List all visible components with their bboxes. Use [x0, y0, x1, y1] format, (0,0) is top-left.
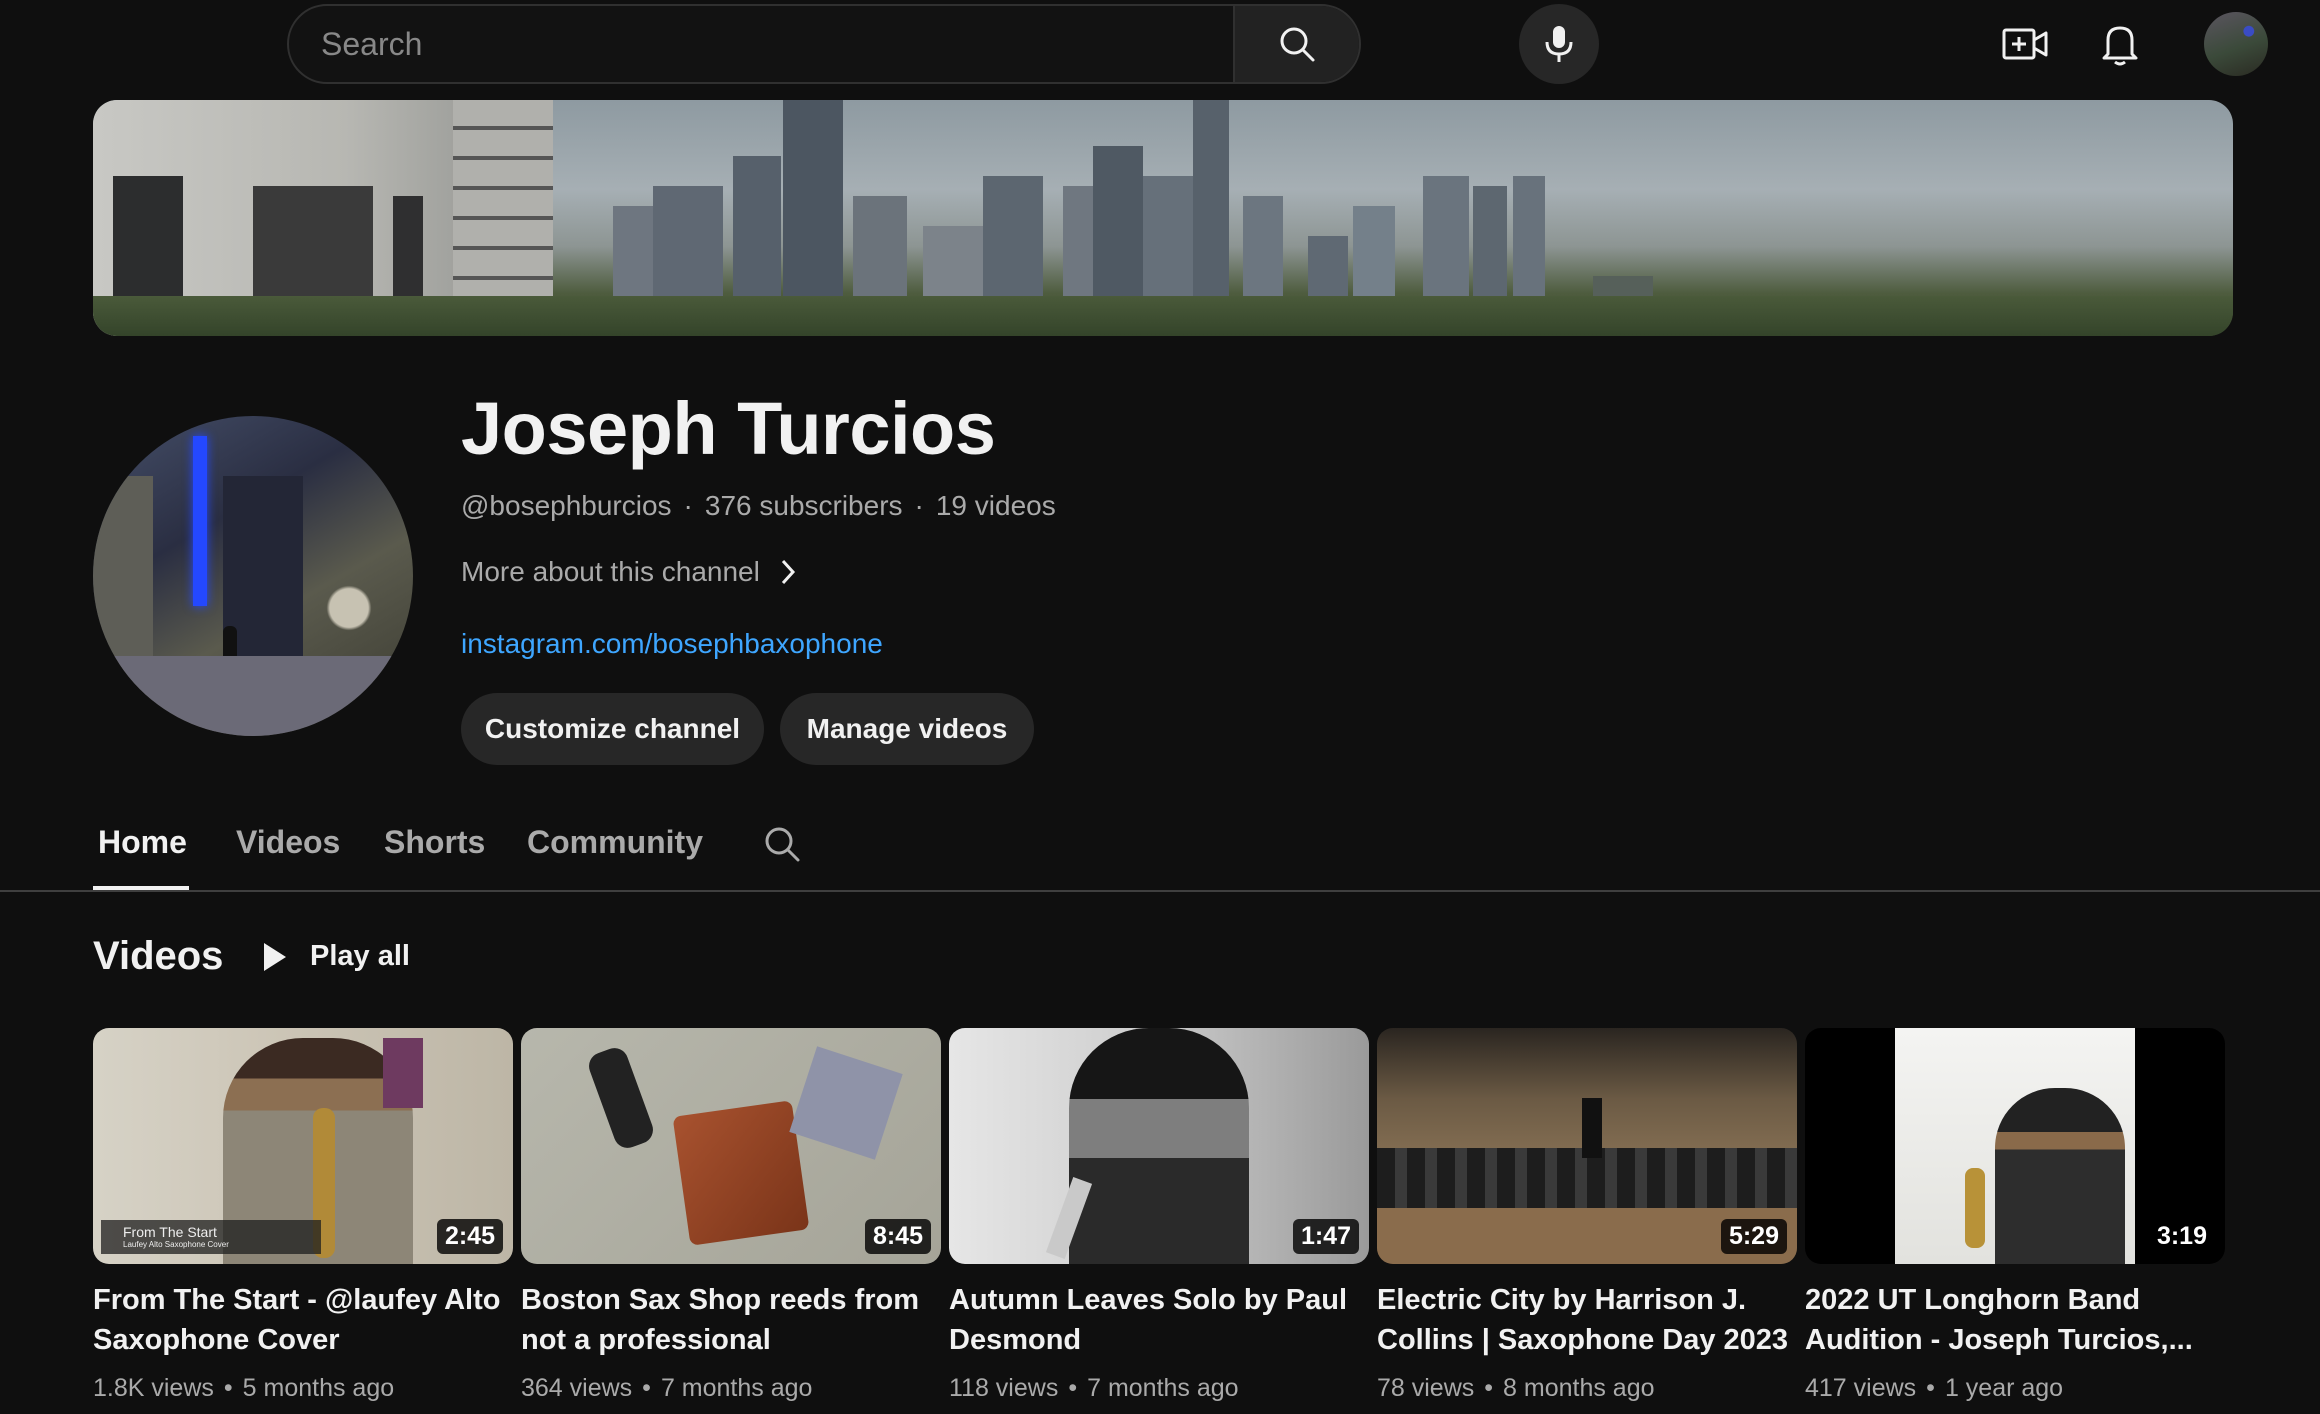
channel-name: Joseph Turcios — [461, 387, 996, 470]
tab-home[interactable]: Home — [98, 824, 187, 861]
video-duration: 8:45 — [864, 1219, 931, 1254]
voice-search-button[interactable] — [1519, 4, 1599, 84]
play-all-label: Play all — [310, 940, 410, 972]
instagram-link[interactable]: instagram.com/bosephbaxophone — [461, 628, 883, 660]
separator-dot: · — [914, 490, 924, 521]
channel-handle: @bosephburcios — [461, 490, 672, 521]
video-views: 364 views — [521, 1374, 633, 1402]
video-duration: 1:47 — [1292, 1219, 1359, 1254]
more-about-label: More about this channel — [461, 556, 760, 587]
video-age: 7 months ago — [660, 1374, 813, 1402]
video-thumbnail[interactable]: From The Start Laufey Alto Saxophone Cov… — [93, 1028, 513, 1264]
channel-search-button[interactable] — [760, 822, 804, 866]
video-meta: 78 views • 8 months ago — [1377, 1374, 1797, 1403]
video-age: 1 year ago — [1944, 1374, 2064, 1402]
thumbnail-caption-subtitle: Laufey Alto Saxophone Cover — [123, 1240, 229, 1249]
video-thumbnail[interactable]: 5:29 — [1377, 1028, 1797, 1264]
separator-dot: • — [642, 1374, 651, 1402]
channel-banner — [93, 100, 2233, 336]
customize-channel-button[interactable]: Customize channel — [461, 693, 764, 765]
video-duration: 3:19 — [2148, 1219, 2215, 1254]
section-title: Videos — [93, 934, 224, 978]
video-title[interactable]: Electric City by Harrison J. Collins | S… — [1377, 1280, 1797, 1360]
channel-meta: @bosephburcios · 376 subscribers · 19 vi… — [461, 490, 1056, 522]
top-bar — [0, 0, 2320, 88]
video-thumbnail[interactable]: 1:47 — [949, 1028, 1369, 1264]
video-views: 78 views — [1377, 1374, 1475, 1402]
search-icon — [1280, 27, 1315, 62]
video-count: 19 videos — [935, 490, 1056, 521]
video-views: 118 views — [949, 1374, 1059, 1402]
video-card[interactable]: 5:29 Electric City by Harrison J. Collin… — [1377, 1028, 1797, 1403]
video-age: 7 months ago — [1087, 1374, 1239, 1402]
tab-videos[interactable]: Videos — [236, 824, 340, 861]
tab-shorts[interactable]: Shorts — [384, 824, 485, 861]
more-about-channel-link[interactable]: More about this channel — [461, 556, 798, 588]
video-meta: 417 views • 1 year ago — [1805, 1374, 2225, 1403]
video-card[interactable]: 8:45 Boston Sax Shop reeds from not a pr… — [521, 1028, 941, 1403]
video-age: 5 months ago — [242, 1374, 395, 1402]
search-button[interactable] — [1233, 6, 1359, 82]
video-thumbnail[interactable]: 3:19 — [1805, 1028, 2225, 1264]
video-meta: 1.8K views • 5 months ago — [93, 1374, 513, 1403]
chevron-right-icon — [781, 559, 795, 585]
video-views: 417 views — [1805, 1374, 1917, 1402]
channel-tabs: Home Videos Shorts Community — [0, 810, 2320, 892]
video-duration: 5:29 — [1720, 1219, 1787, 1254]
notifications-button[interactable] — [2092, 16, 2148, 72]
video-card[interactable]: 3:19 2022 UT Longhorn Band Audition - Jo… — [1805, 1028, 2225, 1403]
video-views: 1.8K views — [93, 1374, 214, 1402]
tab-community[interactable]: Community — [527, 824, 703, 861]
play-icon — [264, 942, 286, 971]
thumbnail-caption-title: From The Start — [123, 1224, 217, 1240]
thumbnail-caption: From The Start Laufey Alto Saxophone Cov… — [101, 1220, 321, 1254]
video-meta: 364 views • 7 months ago — [521, 1374, 941, 1403]
video-title[interactable]: From The Start - @laufey Alto Saxophone … — [93, 1280, 513, 1360]
play-all-button[interactable]: Play all — [262, 940, 410, 973]
subscriber-count: 376 subscribers — [704, 490, 903, 521]
channel-avatar — [93, 416, 413, 736]
active-tab-indicator — [93, 886, 189, 890]
search-box — [287, 4, 1361, 84]
create-button[interactable] — [1997, 16, 2053, 72]
separator-dot: • — [1068, 1374, 1078, 1402]
search-input[interactable] — [289, 6, 1261, 82]
bell-icon — [2102, 26, 2138, 66]
account-avatar[interactable] — [2204, 12, 2268, 76]
video-duration: 2:45 — [436, 1219, 503, 1254]
search-icon — [765, 827, 800, 862]
video-thumbnail[interactable]: 8:45 — [521, 1028, 941, 1264]
create-video-icon — [2002, 28, 2048, 60]
video-age: 8 months ago — [1503, 1374, 1655, 1402]
separator-dot: • — [1926, 1374, 1935, 1402]
video-meta: 118 views • 7 months ago — [949, 1374, 1369, 1403]
video-title[interactable]: Boston Sax Shop reeds from not a profess… — [521, 1280, 941, 1360]
video-card[interactable]: From The Start Laufey Alto Saxophone Cov… — [93, 1028, 513, 1403]
video-title[interactable]: Autumn Leaves Solo by Paul Desmond — [949, 1280, 1369, 1360]
manage-videos-button[interactable]: Manage videos — [780, 693, 1034, 765]
video-title[interactable]: 2022 UT Longhorn Band Audition - Joseph … — [1805, 1280, 2225, 1360]
separator-dot: · — [683, 490, 693, 521]
separator-dot: • — [1484, 1374, 1494, 1402]
mic-icon — [1545, 26, 1573, 62]
video-card[interactable]: 1:47 Autumn Leaves Solo by Paul Desmond … — [949, 1028, 1369, 1403]
separator-dot: • — [223, 1374, 233, 1402]
